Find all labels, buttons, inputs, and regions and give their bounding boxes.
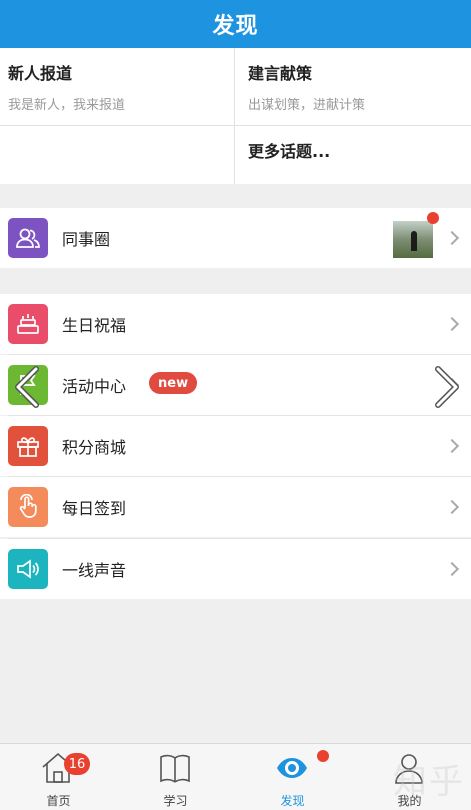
tab-learning[interactable]: 学习 — [117, 744, 234, 810]
tab-label: 发现 — [280, 794, 305, 808]
latest-post-thumbnail — [393, 221, 433, 258]
topic-title: 更多话题... — [248, 142, 331, 161]
page-title: 发现 — [212, 14, 259, 39]
tab-discover[interactable]: 发现 — [234, 744, 351, 810]
chevron-right-icon — [444, 499, 460, 515]
watermark-logo: 知乎 — [393, 762, 465, 802]
menu-item-label: 一线声音 — [62, 561, 127, 580]
topic-newcomer[interactable]: 新人报道 我是新人，我来报道 — [8, 60, 125, 113]
chevron-right-icon — [444, 316, 460, 332]
menu-item-label: 活动中心 — [62, 377, 127, 396]
gift-icon — [8, 426, 48, 466]
eye-icon — [277, 758, 307, 778]
menu-item-label: 生日祝福 — [62, 316, 127, 335]
chevron-right-icon — [444, 438, 460, 454]
chevron-right-icon — [444, 230, 460, 246]
menu-item-label: 每日签到 — [62, 499, 127, 518]
speaker-icon — [8, 549, 48, 589]
previous-arrow-icon[interactable] — [6, 365, 50, 409]
new-badge: new — [149, 372, 198, 394]
tab-label: 学习 — [163, 794, 188, 808]
cake-icon — [8, 304, 48, 344]
colleague-circle-label: 同事圈 — [62, 230, 111, 249]
topic-more[interactable]: 更多话题... — [248, 138, 330, 162]
unread-count-badge: 16 — [64, 753, 90, 775]
next-arrow-icon[interactable] — [424, 365, 468, 409]
divider — [0, 125, 471, 126]
topic-suggestions[interactable]: 建言献策 出谋划策，进献计策 — [248, 60, 365, 113]
hand-tap-icon — [8, 487, 48, 527]
chevron-right-icon — [444, 561, 460, 577]
topic-title: 建言献策 — [248, 64, 313, 83]
menu-item-points-mall[interactable]: 积分商城 — [0, 416, 471, 476]
topic-grid: 新人报道 我是新人，我来报道 建言献策 出谋划策，进献计策 更多话题... — [0, 48, 471, 184]
book-icon — [160, 754, 190, 783]
topic-subtitle: 我是新人，我来报道 — [8, 98, 126, 113]
menu-item-daily-checkin[interactable]: 每日签到 — [0, 477, 471, 537]
divider — [234, 48, 235, 184]
tab-label: 首页 — [46, 794, 71, 808]
tab-home[interactable]: 16 首页 — [0, 744, 117, 810]
menu-item-activity-center[interactable]: 活动中心 new — [0, 355, 471, 415]
menu-item-frontline-voice[interactable]: 一线声音 — [0, 539, 471, 599]
topic-title: 新人报道 — [8, 64, 73, 83]
topic-subtitle: 出谋划策，进献计策 — [248, 98, 366, 113]
people-icon — [8, 218, 48, 258]
new-dot-badge — [317, 750, 329, 762]
colleague-circle-row[interactable]: 同事圈 — [0, 208, 471, 268]
top-bar: 发现 — [0, 0, 471, 48]
menu-item-label: 积分商城 — [62, 438, 127, 457]
menu-item-birthday[interactable]: 生日祝福 — [0, 294, 471, 354]
new-dot-badge — [427, 212, 439, 224]
